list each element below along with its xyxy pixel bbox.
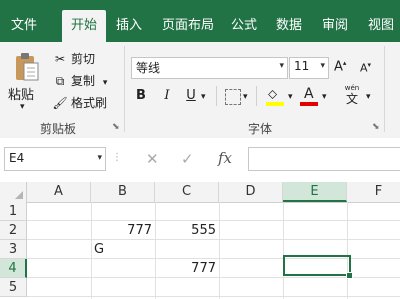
shrink-font-button[interactable]: A▾ [360, 61, 371, 75]
shrink-font-icon: A [360, 61, 368, 75]
chevron-down-icon[interactable]: ▾ [288, 92, 293, 102]
row-header-1[interactable]: 1 [0, 202, 27, 221]
name-box[interactable]: E4 ▾ [4, 147, 106, 171]
row-header-4[interactable]: 4 [0, 259, 27, 278]
gridline [155, 202, 156, 299]
column-header-c[interactable]: C [155, 182, 219, 202]
enter-icon[interactable]: ✓ [181, 150, 194, 168]
font-group-label: 字体 [247, 122, 272, 136]
gridline [283, 202, 284, 299]
ribbon-tab-bar: 文件 开始 插入 页面布局 公式 数据 审阅 视图 [0, 10, 400, 42]
cell-c4[interactable]: 777 [155, 259, 216, 278]
grow-font-button[interactable]: A▴ [334, 59, 346, 74]
tab-home[interactable]: 开始 [62, 10, 106, 42]
column-header-a[interactable]: A [27, 182, 91, 202]
font-size-select[interactable]: 11 ▾ [289, 57, 329, 79]
paintbrush-icon: 🖌 [52, 96, 68, 110]
scissors-icon: ✂ [54, 52, 66, 66]
formula-bar: E4 ▾ ⋮ ✕ ✓ fx [0, 138, 400, 183]
tab-data[interactable]: 数据 [270, 10, 308, 42]
column-header-b[interactable]: B [91, 182, 155, 202]
chevron-down-icon[interactable]: ▾ [322, 92, 327, 102]
name-box-value: E4 [9, 151, 25, 165]
cell-c2[interactable]: 555 [155, 221, 216, 240]
font-color-swatch [300, 102, 318, 106]
gridline [91, 202, 92, 299]
font-family-select[interactable]: 等线 ▾ [131, 57, 288, 79]
chevron-down-icon: ▾ [97, 153, 102, 163]
cut-label: 剪切 [71, 52, 96, 66]
chevron-down-icon: ▾ [102, 78, 108, 88]
borders-icon[interactable] [225, 89, 241, 105]
cell-b3[interactable]: G [94, 240, 155, 259]
cancel-icon[interactable]: ✕ [146, 150, 159, 168]
format-painter-label: 格式刷 [71, 96, 108, 110]
italic-button[interactable]: I [160, 86, 174, 106]
gridline [219, 202, 220, 299]
underline-button[interactable]: U [184, 86, 198, 106]
divider [216, 86, 217, 106]
select-all-triangle-icon [15, 191, 23, 199]
phonetic-button[interactable]: wén 文 [340, 84, 364, 108]
cell-b2[interactable]: 777 [91, 221, 152, 240]
format-painter-button[interactable]: 🖌 格式刷 [52, 94, 107, 112]
row-header-5[interactable]: 5 [0, 278, 27, 297]
chevron-down-icon: ▾ [20, 102, 25, 112]
paste-label: 粘贴 [8, 88, 35, 103]
tab-view[interactable]: 视图 [362, 10, 400, 42]
cut-button[interactable]: ✂ 剪切 [52, 50, 95, 68]
tab-file[interactable]: 文件 [0, 10, 48, 42]
font-size-value: 11 [294, 59, 310, 73]
row-header-2[interactable]: 2 [0, 221, 27, 240]
dialog-launcher-icon[interactable]: ⬊ [112, 122, 120, 132]
insert-function-icon[interactable]: fx [218, 149, 232, 167]
more-options-icon[interactable]: ⋮ [112, 152, 122, 163]
phonetic-icon: 文 [345, 92, 358, 106]
bold-button[interactable]: B [134, 86, 148, 106]
dialog-launcher-icon[interactable]: ⬊ [372, 122, 380, 132]
chevron-down-icon: ▾ [320, 61, 325, 71]
grow-font-icon: A [334, 59, 343, 75]
tab-page-layout[interactable]: 页面布局 [156, 10, 220, 42]
divider [256, 86, 257, 106]
fill-color-swatch [266, 102, 284, 106]
fill-color-button[interactable]: ⬦ [266, 86, 284, 108]
copy-button[interactable]: ⧉ 复制 ▾ [52, 72, 108, 90]
group-divider [124, 46, 125, 132]
formula-input[interactable] [248, 147, 400, 171]
clipboard-icon [16, 53, 39, 81]
font-color-button[interactable]: A [300, 86, 318, 108]
tab-formulas[interactable]: 公式 [226, 10, 262, 42]
gridline [347, 202, 348, 299]
chevron-down-icon: ▾ [279, 61, 284, 71]
select-all-button[interactable] [0, 182, 27, 202]
ribbon: 粘贴 ▾ ✂ 剪切 ⧉ 复制 ▾ 🖌 格式刷 剪贴板 ⬊ 等线 ▾ 11 ▾ A▴ A… [0, 42, 400, 139]
phonetic-pinyin: wén [344, 84, 360, 92]
font-color-icon: A [304, 86, 314, 102]
font-family-value: 等线 [136, 61, 161, 75]
copy-icon: ⧉ [55, 74, 65, 88]
column-header-f[interactable]: F [347, 182, 400, 202]
column-header-row: A B C D E F [0, 182, 400, 203]
active-cell-e4[interactable] [283, 255, 351, 276]
chevron-down-icon[interactable]: ▾ [243, 92, 248, 102]
column-header-d[interactable]: D [219, 182, 283, 202]
column-header-e[interactable]: E [283, 182, 347, 202]
tab-review[interactable]: 审阅 [316, 10, 354, 42]
fill-handle[interactable] [346, 272, 353, 279]
copy-label: 复制 [71, 74, 96, 88]
chevron-down-icon[interactable]: ▾ [366, 92, 371, 102]
paint-bucket-icon: ⬦ [268, 87, 278, 102]
clipboard-group-label: 剪贴板 [39, 122, 76, 136]
chevron-down-icon[interactable]: ▾ [201, 92, 206, 102]
tab-insert[interactable]: 插入 [110, 10, 148, 42]
row-header-3[interactable]: 3 [0, 240, 27, 259]
group-divider [384, 46, 385, 132]
gridline [27, 296, 400, 297]
title-bar [0, 0, 400, 10]
